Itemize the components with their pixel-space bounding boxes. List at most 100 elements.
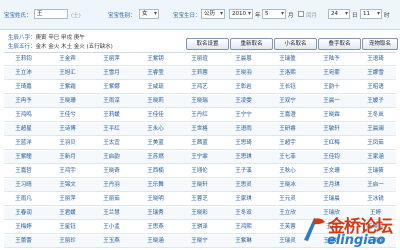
- name-link[interactable]: 王启一: [356, 179, 395, 192]
- name-link[interactable]: 王莉蓉: [180, 67, 219, 80]
- name-link[interactable]: 王晓霖: [312, 109, 351, 122]
- name-link[interactable]: 王冰锐: [356, 193, 395, 206]
- name-link[interactable]: 王昭语: [356, 81, 395, 94]
- name-link[interactable]: 王雨淳: [92, 95, 131, 108]
- name-link[interactable]: 王丽茹: [92, 193, 131, 206]
- naming-settings-button[interactable]: 取名设置: [186, 38, 229, 50]
- name-link[interactable]: 王美蓝: [136, 137, 175, 150]
- name-link[interactable]: 王思燕: [136, 221, 175, 234]
- name-link[interactable]: 王晓奇: [92, 165, 131, 178]
- name-link[interactable]: 王蕾蕾: [4, 235, 43, 248]
- name-link[interactable]: 王莉媛: [92, 109, 131, 122]
- name-link[interactable]: 王冬岚: [356, 109, 395, 122]
- name-link[interactable]: 王丽瑄: [180, 53, 219, 66]
- name-link[interactable]: 王晓明: [136, 193, 175, 206]
- name-link[interactable]: 王丽萍: [48, 193, 87, 206]
- gender-select[interactable]: 女: [139, 9, 159, 19]
- leap-month-checkbox[interactable]: [298, 11, 304, 17]
- name-link[interactable]: 王诗博: [48, 123, 87, 136]
- name-link[interactable]: 王晓莉: [136, 95, 175, 108]
- name-link[interactable]: 王永心: [136, 123, 175, 136]
- name-link[interactable]: 王晓涵: [136, 235, 175, 248]
- name-link[interactable]: 王习晴: [4, 179, 43, 192]
- name-link[interactable]: 王西楠: [136, 165, 175, 178]
- name-link[interactable]: 王春润: [4, 207, 43, 220]
- name-link[interactable]: 王雨凡: [4, 193, 43, 206]
- name-link[interactable]: 王元灵: [268, 193, 307, 206]
- name-link[interactable]: 王超宇: [268, 137, 307, 150]
- name-link[interactable]: 王家琪: [224, 193, 263, 206]
- name-link[interactable]: 王君媛: [48, 207, 87, 220]
- name-link[interactable]: 王鸿艺: [180, 81, 219, 94]
- name-link[interactable]: 王金宾: [48, 53, 87, 66]
- name-link[interactable]: 王敏轩: [312, 123, 351, 136]
- name-link[interactable]: 王娜雪: [356, 67, 395, 80]
- pet-name-button[interactable]: 宠物取名: [362, 38, 398, 50]
- name-link[interactable]: 王玉燕: [92, 235, 131, 248]
- name-link[interactable]: 王双宁: [268, 95, 307, 108]
- name-link[interactable]: 王佳兮: [48, 109, 87, 122]
- name-link[interactable]: 王秋心: [268, 165, 307, 178]
- name-link[interactable]: 王小孟: [92, 221, 131, 234]
- name-link[interactable]: 王紫霜: [48, 81, 87, 94]
- name-link[interactable]: 王佳钧: [312, 151, 351, 164]
- name-link[interactable]: 王立沛: [4, 67, 43, 80]
- name-link[interactable]: 王瑞晨: [312, 193, 351, 206]
- name-link[interactable]: 王鸿熙: [224, 221, 263, 234]
- name-link[interactable]: 王月琪: [312, 179, 351, 192]
- name-link[interactable]: 王翊伦: [180, 165, 219, 178]
- name-link[interactable]: 王冉予: [4, 95, 43, 108]
- month-select[interactable]: 5: [262, 9, 286, 19]
- name-link[interactable]: 王蓝洋: [4, 137, 43, 150]
- name-link[interactable]: 王鸿鸣: [4, 109, 43, 122]
- name-link[interactable]: 王冬双: [224, 207, 263, 220]
- name-link[interactable]: 王佳佳: [136, 109, 175, 122]
- day-select[interactable]: 24: [328, 9, 350, 19]
- name-link[interactable]: 王乐舞: [136, 179, 175, 192]
- name-link[interactable]: 王洛熙: [268, 67, 307, 80]
- name-link[interactable]: 王星钰: [48, 221, 87, 234]
- name-link[interactable]: 王骐泽: [180, 221, 219, 234]
- name-link[interactable]: 王研睿: [268, 123, 307, 136]
- name-link[interactable]: 王锦文: [48, 179, 87, 192]
- name-link[interactable]: 王子溪: [224, 165, 263, 178]
- name-link[interactable]: 王旭汇: [48, 67, 87, 80]
- name-link[interactable]: 王瑞筱: [356, 165, 395, 178]
- name-link[interactable]: 王晓珊: [48, 95, 87, 108]
- name-link[interactable]: 王思琦: [224, 137, 263, 150]
- name-link[interactable]: 王语雨: [224, 123, 263, 136]
- surname-input[interactable]: 王: [34, 9, 68, 19]
- hour-select[interactable]: 11: [360, 9, 382, 19]
- name-link[interactable]: 王梅婷: [4, 221, 43, 234]
- name-link[interactable]: 王晓冰: [268, 179, 307, 192]
- name-link[interactable]: 王媛子: [356, 95, 395, 108]
- nickname-button[interactable]: 小名取名: [274, 38, 317, 50]
- name-link[interactable]: 王家涵: [356, 151, 395, 164]
- name-link[interactable]: 王紫钥: [136, 53, 175, 66]
- name-link[interactable]: 王嘉哲: [4, 165, 43, 178]
- name-link[interactable]: 王苏燃: [136, 151, 175, 164]
- name-link[interactable]: 王思琪: [224, 151, 263, 164]
- name-link[interactable]: 王超星: [4, 123, 43, 136]
- double-char-name-button[interactable]: 叠字取名: [318, 38, 361, 50]
- name-link[interactable]: 王兰慧: [92, 207, 131, 220]
- name-link[interactable]: 王红梅: [312, 137, 351, 150]
- name-link[interactable]: 王紫琳: [224, 235, 263, 248]
- name-link[interactable]: 王琦嘉: [4, 81, 43, 94]
- name-link[interactable]: 王宛雾: [312, 67, 351, 80]
- name-link[interactable]: 王嘉澄: [268, 109, 307, 122]
- name-link[interactable]: 王平红: [92, 123, 131, 136]
- name-link[interactable]: 王陆予: [312, 53, 351, 66]
- name-link[interactable]: 王新月: [48, 151, 87, 164]
- name-link[interactable]: 王语琦: [356, 53, 395, 66]
- name-link[interactable]: 王彰岩: [224, 81, 263, 94]
- name-link[interactable]: 王启韵: [92, 151, 131, 164]
- name-link[interactable]: 王莉钧: [4, 53, 43, 66]
- name-link[interactable]: 王长钰: [268, 81, 307, 94]
- name-link[interactable]: 王晓彩: [180, 207, 219, 220]
- name-link[interactable]: 王鸿宇: [48, 165, 87, 178]
- name-link[interactable]: 王晓宁: [180, 235, 219, 248]
- name-link[interactable]: 王咸琉: [136, 81, 175, 94]
- name-link[interactable]: 王丽萍: [92, 53, 131, 66]
- name-link[interactable]: 王睿莹: [136, 67, 175, 80]
